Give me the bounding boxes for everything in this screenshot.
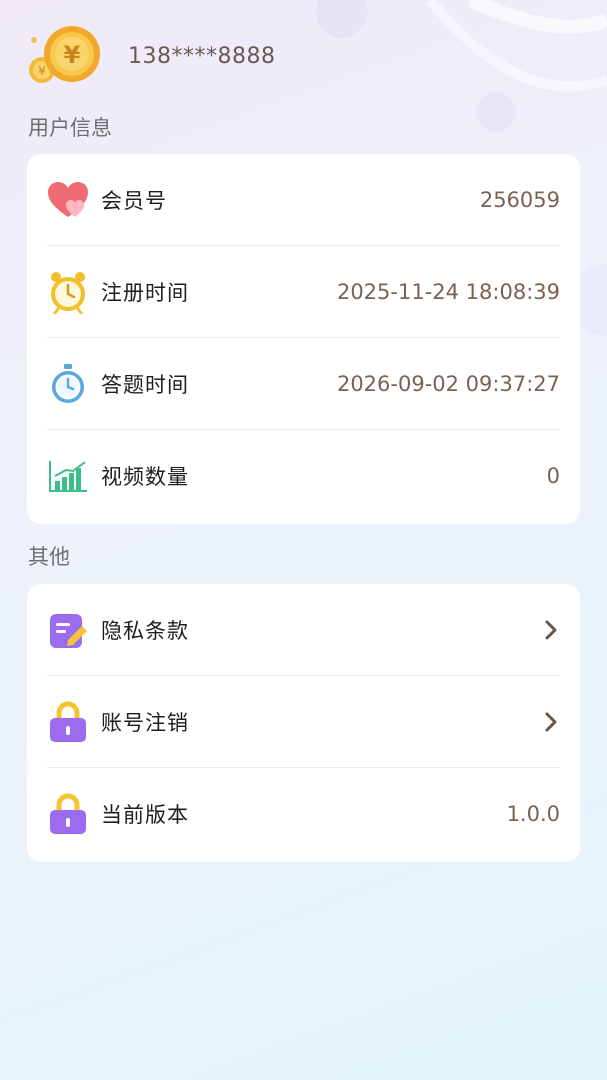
account-cancel-row[interactable]: 账号注销 [47, 676, 560, 768]
register-time-value: 2025-11-24 18:08:39 [336, 280, 560, 304]
member-number-label: 会员号 [101, 189, 167, 213]
member-number-value: 256059 [479, 188, 560, 212]
video-count-value: 0 [546, 464, 560, 488]
video-count-label: 视频数量 [101, 465, 189, 489]
user-phone: 138****8888 [128, 44, 276, 69]
svg-text:¥: ¥ [64, 41, 81, 69]
chevron-right-icon[interactable] [542, 619, 560, 641]
video-count-row: 视频数量 0 [47, 430, 560, 522]
member-number-row: 会员号 256059 [47, 154, 560, 246]
answer-time-row: 答题时间 2026-09-02 09:37:27 [47, 338, 560, 430]
privacy-terms-row[interactable]: 隐私条款 [47, 584, 560, 676]
current-version-label: 当前版本 [101, 803, 189, 827]
answer-time-label: 答题时间 [101, 373, 189, 397]
register-time-label: 注册时间 [101, 281, 189, 305]
document-edit-icon [47, 609, 89, 651]
gold-yuan-coin-icon: ¥ ¥ [26, 20, 106, 96]
stopwatch-icon [47, 363, 89, 405]
chevron-right-icon[interactable] [542, 711, 560, 733]
current-version-row: 当前版本 1.0.0 [47, 768, 560, 860]
section-title-user-info: 用户信息 [28, 116, 112, 140]
lock-icon [47, 793, 89, 835]
register-time-row: 注册时间 2025-11-24 18:08:39 [47, 246, 560, 338]
user-info-card: 会员号 256059 注册时间 2025-11-24 18:08:39 答题时间… [27, 154, 580, 524]
privacy-terms-label: 隐私条款 [101, 619, 189, 643]
svg-text:¥: ¥ [38, 64, 46, 78]
heart-icon [47, 179, 89, 221]
user-header: ¥ ¥ [26, 20, 106, 96]
other-card: 隐私条款 账号注销 当前版本 1.0.0 [27, 584, 580, 862]
bar-chart-icon [47, 455, 89, 497]
current-version-value: 1.0.0 [506, 802, 560, 826]
answer-time-value: 2026-09-02 09:37:27 [336, 372, 560, 396]
lock-icon [47, 701, 89, 743]
section-title-other: 其他 [28, 545, 70, 569]
alarm-clock-icon [47, 271, 89, 314]
account-cancel-label: 账号注销 [101, 711, 189, 735]
